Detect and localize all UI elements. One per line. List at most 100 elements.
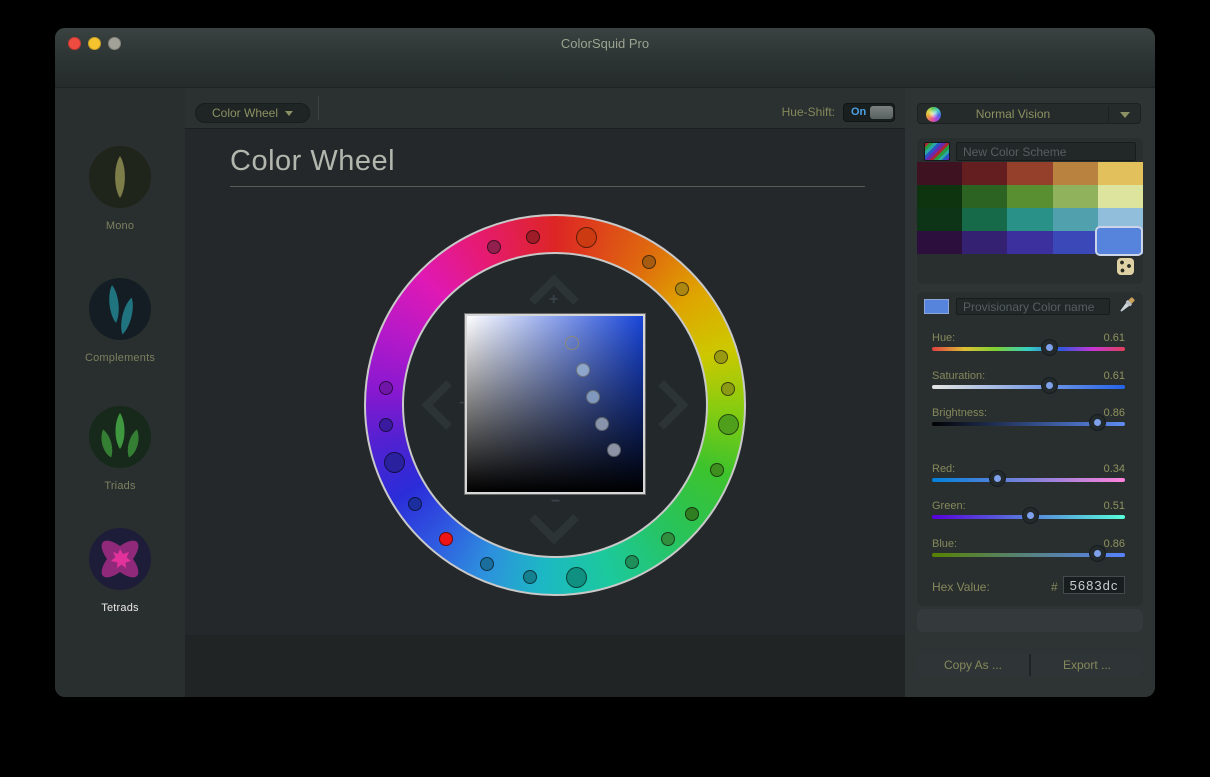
chevron-down-icon xyxy=(285,111,294,116)
bri-slider-knob[interactable] xyxy=(1089,414,1107,431)
hue-slider-label: Hue: xyxy=(932,332,956,344)
mono-icon xyxy=(89,146,151,208)
ring-color-dot[interactable] xyxy=(486,239,501,254)
sidebar-item-tetrads[interactable] xyxy=(88,527,152,591)
ring-color-dot[interactable] xyxy=(383,452,405,474)
bri-slider-label: Brightness: xyxy=(932,407,988,419)
sidebar-label-complements[interactable]: Complements xyxy=(55,352,185,364)
ring-color-dot[interactable] xyxy=(523,569,538,584)
hue-slider-knob[interactable] xyxy=(1041,339,1059,356)
canvas-footer xyxy=(185,635,905,697)
saturation-brightness-square[interactable] xyxy=(465,314,645,494)
selected-swatch[interactable] xyxy=(1095,226,1143,256)
hex-value-input[interactable] xyxy=(1063,576,1125,594)
scheme-swatch[interactable] xyxy=(1007,208,1053,231)
ring-color-dot[interactable] xyxy=(710,463,725,478)
red-slider-track[interactable] xyxy=(932,478,1125,482)
scheme-swatch[interactable] xyxy=(917,231,963,254)
ring-color-dot[interactable] xyxy=(408,497,423,512)
export-button[interactable]: Export ... xyxy=(1031,654,1143,676)
sidebar-label-tetrads[interactable]: Tetrads xyxy=(55,602,185,614)
scheme-swatch[interactable] xyxy=(1007,162,1053,185)
scheme-point-dot[interactable] xyxy=(607,443,621,457)
ring-color-dot[interactable] xyxy=(379,380,394,395)
scheme-swatch[interactable] xyxy=(1052,231,1098,254)
title-bar: ColorSquid Pro xyxy=(55,28,1155,88)
complements-icon xyxy=(89,278,151,340)
green-slider-knob[interactable] xyxy=(1021,507,1039,524)
scheme-swatch[interactable] xyxy=(1007,185,1053,208)
color-wheel-canvas: Color Wheel + − − xyxy=(185,128,905,635)
toggle-knob[interactable] xyxy=(870,106,893,119)
copy-as-button[interactable]: Copy As ... xyxy=(917,654,1029,676)
ring-color-dot[interactable] xyxy=(674,281,689,296)
scheme-swatch[interactable] xyxy=(1052,208,1098,231)
sidebar-item-triads[interactable] xyxy=(88,405,152,469)
ring-color-dot[interactable] xyxy=(714,349,729,364)
sidebar-item-mono[interactable] xyxy=(88,145,152,209)
red-slider: Red: 0.34 xyxy=(917,463,1143,495)
hue-shift-state: On xyxy=(851,106,867,118)
sat-slider-track[interactable] xyxy=(932,385,1125,389)
vision-mode-dropdown[interactable]: Normal Vision xyxy=(917,103,1141,124)
scheme-swatch[interactable] xyxy=(962,162,1008,185)
scheme-swatch[interactable] xyxy=(962,185,1008,208)
dropdown-divider xyxy=(1108,106,1109,123)
scheme-swatch[interactable] xyxy=(962,208,1008,231)
scheme-point-dot[interactable] xyxy=(586,390,600,404)
scheme-point-hollow[interactable] xyxy=(565,336,579,350)
ring-color-dot[interactable] xyxy=(642,254,657,269)
scheme-swatch[interactable] xyxy=(1052,185,1098,208)
ring-color-dot[interactable] xyxy=(717,414,739,436)
scheme-swatch[interactable] xyxy=(1007,231,1053,254)
sidebar-label-mono[interactable]: Mono xyxy=(55,220,185,232)
hue-slider-track[interactable] xyxy=(932,347,1125,351)
chevron-down-icon[interactable] xyxy=(1120,112,1130,118)
ring-color-dot[interactable] xyxy=(660,531,675,546)
ring-color-dot[interactable] xyxy=(721,382,736,397)
scheme-swatch[interactable] xyxy=(1097,162,1143,185)
ring-color-dot[interactable] xyxy=(480,557,495,572)
ring-color-dot[interactable] xyxy=(378,417,393,432)
blue-slider-knob[interactable] xyxy=(1089,545,1107,562)
scheme-point-dot[interactable] xyxy=(595,417,609,431)
color-name-input[interactable] xyxy=(956,298,1110,315)
scheme-swatch[interactable] xyxy=(1052,162,1098,185)
sat-slider-knob[interactable] xyxy=(1041,377,1059,394)
vision-mode-label: Normal Vision xyxy=(975,107,1051,121)
green-slider-value: 0.51 xyxy=(1103,500,1125,512)
scheme-swatch[interactable] xyxy=(1097,185,1143,208)
nudge-left-button[interactable] xyxy=(419,377,455,433)
window-title: ColorSquid Pro xyxy=(560,36,650,51)
scheme-swatch[interactable] xyxy=(917,185,963,208)
hue-marker-dot[interactable] xyxy=(439,531,454,546)
ring-color-dot[interactable] xyxy=(576,227,598,249)
red-slider-knob[interactable] xyxy=(989,470,1007,487)
sat-slider-label: Saturation: xyxy=(932,370,986,382)
scheme-swatch[interactable] xyxy=(917,208,963,231)
ring-color-dot[interactable] xyxy=(526,229,541,244)
view-selector-label: Color Wheel xyxy=(211,106,279,120)
sidebar-item-complements[interactable] xyxy=(88,277,152,341)
action-buttons: Copy As ... Export ... xyxy=(917,654,1143,676)
scheme-swatch[interactable] xyxy=(962,231,1008,254)
ring-color-dot[interactable] xyxy=(684,507,699,522)
bri-slider: Brightness: 0.86 xyxy=(917,407,1143,439)
scheme-stripes-icon[interactable] xyxy=(924,142,950,161)
eyedropper-icon[interactable] xyxy=(1115,295,1137,317)
view-selector-dropdown[interactable]: Color Wheel xyxy=(195,103,310,123)
scheme-name-input[interactable] xyxy=(956,142,1136,161)
ring-color-dot[interactable] xyxy=(565,567,587,589)
nudge-right-button[interactable] xyxy=(655,377,691,433)
randomize-dice-icon[interactable] xyxy=(1117,258,1134,275)
scheme-swatch[interactable] xyxy=(917,162,963,185)
scheme-point-dot[interactable] xyxy=(576,363,590,377)
nudge-down-button[interactable] xyxy=(526,511,582,547)
sidebar-label-triads[interactable]: Triads xyxy=(55,480,185,492)
triads-icon xyxy=(89,406,151,468)
green-slider-label: Green: xyxy=(932,500,966,512)
hue-shift-toggle[interactable]: On xyxy=(843,103,895,122)
ring-color-dot[interactable] xyxy=(625,554,640,569)
current-color-swatch[interactable] xyxy=(924,299,949,314)
notes-strip xyxy=(917,609,1143,632)
